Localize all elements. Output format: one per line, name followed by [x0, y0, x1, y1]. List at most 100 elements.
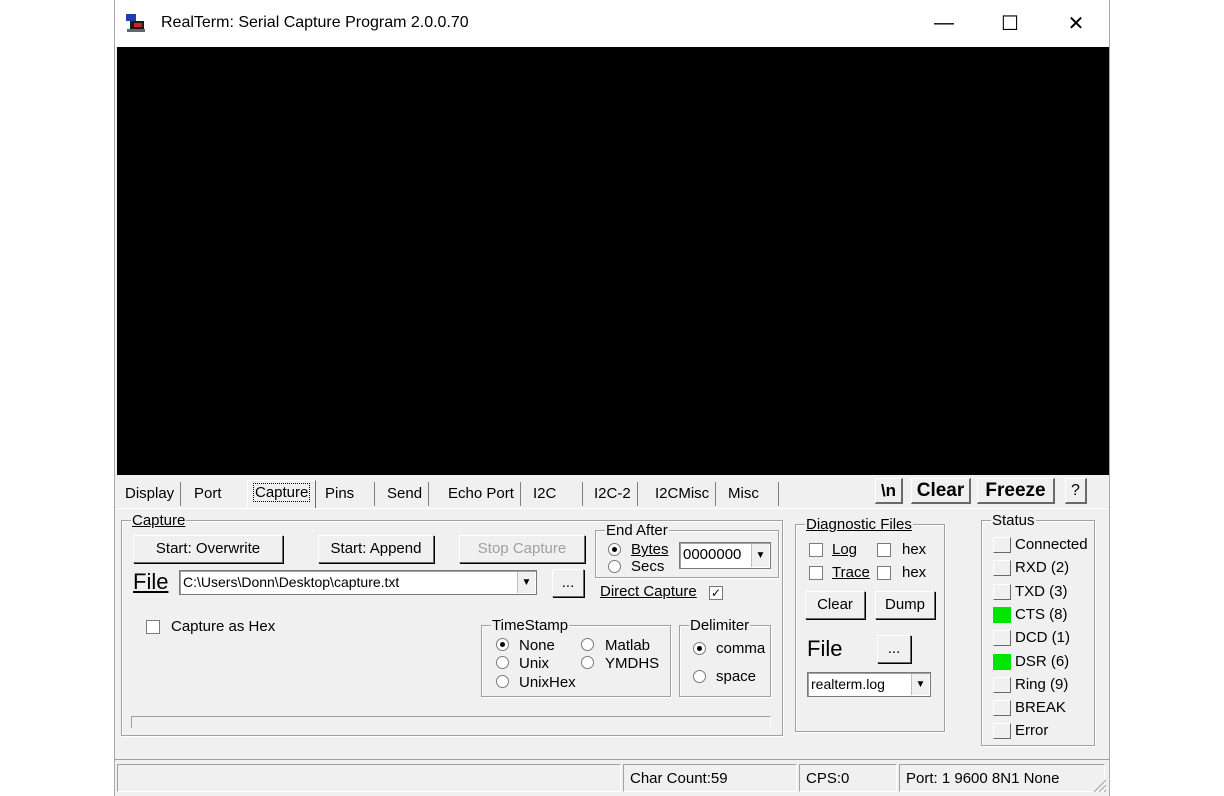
end-after-label: End After: [605, 522, 669, 539]
cps-readout: CPS:0: [799, 764, 897, 792]
clear-button[interactable]: Clear: [911, 478, 971, 504]
delimiter-comma-label: comma: [716, 640, 766, 657]
end-after-value[interactable]: 0000000 ▼: [679, 542, 771, 569]
tab-send[interactable]: Send: [387, 482, 430, 506]
start-overwrite-button[interactable]: Start: Overwrite: [133, 535, 283, 563]
chevron-down-icon[interactable]: ▼: [517, 572, 535, 593]
timestamp-unix-radio[interactable]: [496, 656, 509, 669]
tab-echo-port[interactable]: Echo Port: [448, 482, 521, 506]
timestamp-matlab-label: Matlab: [605, 637, 651, 654]
status-led-label: Ring (9): [1015, 675, 1069, 693]
tab-display[interactable]: Display: [125, 482, 182, 506]
tab-pins[interactable]: Pins: [325, 482, 375, 506]
log-label: Log: [832, 541, 857, 559]
tab-capture[interactable]: Capture: [247, 480, 317, 508]
delimiter-group: [679, 625, 771, 697]
realterm-window: RealTerm: Serial Capture Program 2.0.0.7…: [114, 0, 1110, 796]
capture-browse-button[interactable]: ...: [552, 569, 584, 597]
capture-progress-bar: [131, 716, 771, 728]
status-led-label: BREAK: [1015, 699, 1066, 717]
status-led-label: DCD (1): [1015, 629, 1070, 647]
timestamp-none-label: None: [519, 637, 555, 654]
tab-label: Display: [125, 485, 175, 502]
status-led-dcd-1: [993, 630, 1011, 647]
tab-label: I2C-2: [594, 485, 631, 502]
direct-capture-checkbox[interactable]: ✓: [709, 586, 723, 600]
diagnostic-label-text: Diagnostic Files: [806, 516, 912, 533]
tab-label: Misc: [728, 485, 759, 502]
delimiter-space-radio[interactable]: [693, 670, 706, 683]
delimiter-comma-radio[interactable]: [693, 642, 706, 655]
delimiter-space-label: space: [716, 668, 757, 685]
capture-group-label: Capture: [131, 512, 187, 529]
direct-capture-label: Direct Capture: [600, 583, 697, 601]
app-icon: [126, 14, 145, 32]
capture-file-path[interactable]: C:\Users\Donn\Desktop\capture.txt ▼: [179, 570, 537, 595]
minimize-button[interactable]: —: [911, 0, 977, 47]
tab-label: Capture: [252, 483, 311, 502]
start-append-button[interactable]: Start: Append: [318, 535, 434, 563]
resize-grip-icon[interactable]: [1091, 777, 1107, 793]
tab-misc[interactable]: Misc: [728, 482, 779, 506]
diagnostic-browse-button[interactable]: ...: [877, 635, 911, 663]
tab-label: Send: [387, 485, 423, 502]
tab-i2c-2[interactable]: I2C-2: [594, 482, 638, 506]
capture-as-hex-checkbox[interactable]: [146, 620, 160, 634]
terminal-display[interactable]: [117, 47, 1109, 475]
bytes-radio[interactable]: [608, 543, 621, 556]
log-checkbox[interactable]: [809, 543, 823, 557]
timestamp-unixhex-radio[interactable]: [496, 675, 509, 688]
chevron-down-icon[interactable]: ▼: [751, 544, 769, 567]
close-button[interactable]: ✕: [1043, 0, 1109, 47]
file-label: File: [133, 569, 168, 595]
tab-label: Echo Port: [448, 485, 514, 502]
window-title: RealTerm: Serial Capture Program 2.0.0.7…: [161, 14, 469, 31]
trace-hex-label: hex: [902, 564, 927, 581]
trace-checkbox[interactable]: [809, 566, 823, 580]
secs-radio[interactable]: [608, 560, 621, 573]
tab-label: I2C: [533, 485, 557, 502]
capture-group-label-text: Capture: [132, 512, 186, 529]
diagnostic-file-label: File: [807, 636, 843, 661]
log-label-text: Log: [832, 541, 858, 558]
log-hex-label: hex: [902, 541, 927, 558]
status-label: Status: [991, 512, 1036, 529]
tab-i2cmisc[interactable]: I2CMisc: [655, 482, 717, 506]
status-led-error: [993, 723, 1011, 740]
diagnostic-clear-button[interactable]: Clear: [805, 591, 865, 619]
help-button[interactable]: ?: [1065, 478, 1087, 504]
tab-i2c[interactable]: I2C: [533, 482, 583, 506]
trace-label-text: Trace: [832, 564, 870, 581]
log-hex-checkbox[interactable]: [877, 543, 891, 557]
newline-button[interactable]: \n: [875, 478, 903, 504]
diagnostic-file-combo[interactable]: realterm.log ▼: [807, 672, 931, 697]
direct-capture-label-text: Direct Capture: [600, 583, 697, 600]
status-led-label: RXD (2): [1015, 559, 1070, 577]
char-count: Char Count:59: [623, 764, 797, 792]
timestamp-none-radio[interactable]: [496, 638, 509, 651]
status-led-label: Error: [1015, 722, 1049, 740]
status-led-txd-3: [993, 583, 1011, 600]
stop-capture-button[interactable]: Stop Capture: [459, 535, 585, 563]
title-bar: RealTerm: Serial Capture Program 2.0.0.7…: [115, 0, 1109, 47]
tab-label: I2CMisc: [655, 485, 710, 502]
dump-button[interactable]: Dump: [875, 591, 935, 619]
timestamp-matlab-radio[interactable]: [581, 638, 594, 651]
status-led-ring-9: [993, 676, 1011, 693]
timestamp-ymdhs-label: YMDHS: [605, 655, 660, 672]
freeze-button[interactable]: Freeze: [977, 478, 1055, 504]
timestamp-label: TimeStamp: [491, 617, 570, 634]
tab-port[interactable]: Port: [194, 482, 222, 506]
status-led-dsr-6: [993, 653, 1011, 670]
chevron-down-icon[interactable]: ▼: [911, 674, 929, 695]
bytes-label-text: Bytes: [631, 541, 669, 558]
status-led-connected: [993, 537, 1011, 553]
timestamp-unixhex-label: UnixHex: [519, 674, 576, 691]
timestamp-ymdhs-radio[interactable]: [581, 656, 594, 669]
trace-hex-checkbox[interactable]: [877, 566, 891, 580]
diagnostic-file-value: realterm.log: [811, 676, 885, 692]
status-led-label: TXD (3): [1015, 582, 1068, 600]
tab-label: Port: [194, 485, 222, 502]
maximize-button[interactable]: ☐: [977, 0, 1043, 47]
status-led-label: DSR (6): [1015, 652, 1070, 670]
